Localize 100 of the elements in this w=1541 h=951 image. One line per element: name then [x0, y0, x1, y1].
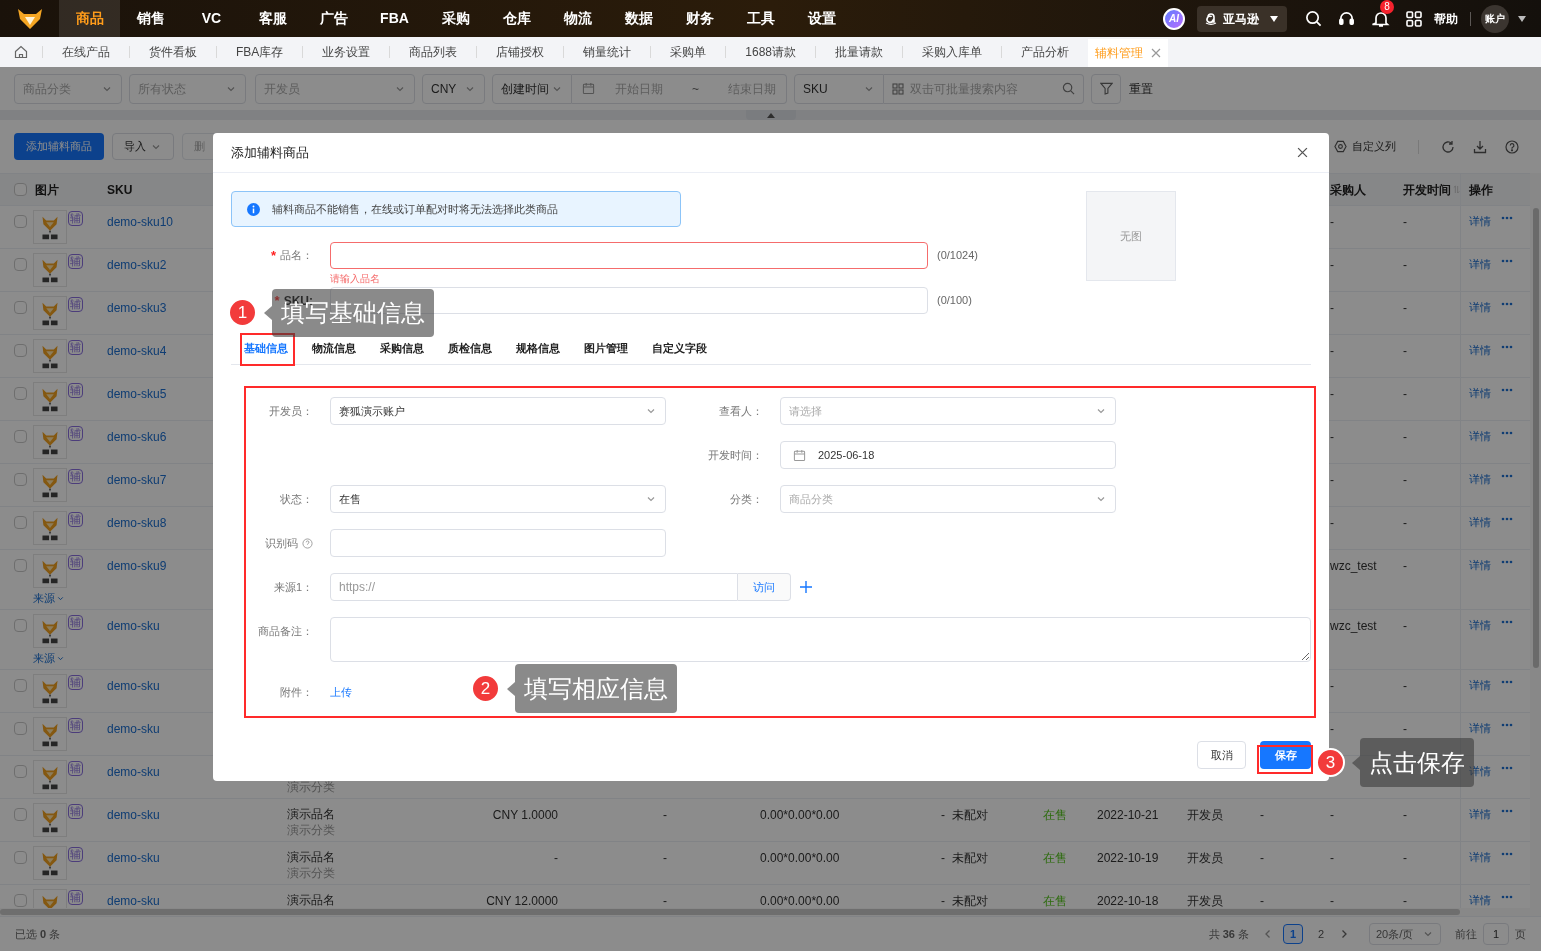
custom-columns-button[interactable]: 自定义列	[1334, 138, 1396, 155]
download-icon[interactable]	[1473, 139, 1487, 154]
detail-link[interactable]: 详情	[1469, 299, 1491, 316]
save-button[interactable]: 保存	[1260, 741, 1311, 769]
next-page-icon[interactable]	[1339, 929, 1349, 939]
store-dropdown[interactable]: 亚马逊	[1197, 5, 1287, 32]
checkbox[interactable]	[14, 722, 27, 735]
checkbox[interactable]	[14, 516, 27, 529]
checkbox[interactable]	[14, 851, 27, 864]
checkbox[interactable]	[14, 430, 27, 443]
checkbox[interactable]	[14, 258, 27, 271]
nav-menu-item[interactable]: 工具	[730, 0, 791, 37]
sku-link[interactable]: demo-sku	[107, 894, 160, 908]
checkbox[interactable]	[14, 387, 27, 400]
refresh-icon[interactable]	[1441, 139, 1455, 154]
sku-link[interactable]: demo-sku6	[107, 430, 167, 444]
page-tab[interactable]: 1688请款	[726, 37, 816, 67]
scrollbar-thumb[interactable]	[1533, 208, 1539, 668]
checkbox[interactable]	[14, 344, 27, 357]
ai-button[interactable]: AI	[1163, 7, 1185, 30]
collapse-handle[interactable]	[745, 110, 796, 120]
checkbox[interactable]	[14, 473, 27, 486]
detail-link[interactable]: 详情	[1469, 849, 1491, 866]
page-tab[interactable]: 批量请款	[816, 37, 903, 67]
product-name-field[interactable]	[330, 242, 928, 269]
nav-menu-item[interactable]: 物流	[547, 0, 608, 37]
form-tab[interactable]: 自定义字段	[651, 334, 708, 363]
detail-link[interactable]: 详情	[1469, 557, 1491, 574]
page-tab[interactable]: 商品列表	[390, 37, 477, 67]
bell-icon[interactable]	[1372, 9, 1390, 28]
nav-menu-item[interactable]: VC	[181, 0, 242, 37]
detail-link[interactable]: 详情	[1469, 617, 1491, 634]
plus-icon[interactable]	[799, 580, 813, 594]
page-tab[interactable]: 货件看板	[130, 37, 216, 67]
nav-menu-item[interactable]: 广告	[303, 0, 364, 37]
sku-link[interactable]: demo-sku	[107, 851, 160, 865]
checkbox[interactable]	[14, 679, 27, 692]
checkbox[interactable]	[14, 894, 27, 907]
caret-down-icon[interactable]	[1517, 14, 1527, 23]
visit-button[interactable]: 访问	[738, 573, 791, 601]
more-icon[interactable]	[1501, 259, 1513, 263]
close-icon[interactable]	[1297, 147, 1308, 158]
detail-link[interactable]: 详情	[1469, 471, 1491, 488]
sku-link[interactable]: demo-sku3	[107, 301, 167, 315]
page-button[interactable]: 2	[1311, 924, 1331, 944]
import-button[interactable]: 导入	[112, 133, 174, 160]
nav-menu-item[interactable]: 销售	[120, 0, 181, 37]
help-link[interactable]: 帮助	[1434, 9, 1458, 28]
sku-link[interactable]: demo-sku8	[107, 516, 167, 530]
home-icon[interactable]	[14, 45, 28, 59]
form-tab[interactable]: 物流信息	[311, 334, 357, 363]
select-field[interactable]: 商品分类	[780, 485, 1116, 513]
select-field[interactable]: 赛狐演示账户	[330, 397, 666, 425]
detail-link[interactable]: 详情	[1469, 428, 1491, 445]
account-avatar[interactable]: 账户	[1481, 4, 1509, 33]
form-tab[interactable]: 规格信息	[515, 334, 561, 363]
page-tab[interactable]: 采购单	[651, 37, 726, 67]
form-tab[interactable]: 采购信息	[379, 334, 425, 363]
more-icon[interactable]	[1501, 680, 1513, 684]
sku-link[interactable]: demo-sku	[107, 808, 160, 822]
filter-select[interactable]: CNY	[422, 73, 485, 104]
more-icon[interactable]	[1501, 388, 1513, 392]
more-icon[interactable]	[1501, 517, 1513, 521]
more-icon[interactable]	[1501, 345, 1513, 349]
detail-link[interactable]: 详情	[1469, 806, 1491, 823]
more-icon[interactable]	[1501, 895, 1513, 899]
checkbox[interactable]	[14, 215, 27, 228]
select-field[interactable]: 在售	[330, 485, 666, 513]
page-tab[interactable]: 业务设置	[303, 37, 390, 67]
previous-page-icon[interactable]	[1263, 929, 1273, 939]
more-icon[interactable]	[1501, 431, 1513, 435]
page-tab[interactable]: 辅料管理	[1088, 39, 1169, 67]
more-icon[interactable]	[1501, 474, 1513, 478]
source-link[interactable]: 来源	[33, 590, 65, 607]
page-tab[interactable]: 销量统计	[564, 37, 651, 67]
nav-menu-item[interactable]: 设置	[791, 0, 852, 37]
detail-link[interactable]: 详情	[1469, 677, 1491, 694]
apps-grid-icon[interactable]	[1406, 10, 1422, 27]
sku-link[interactable]: demo-sku5	[107, 387, 167, 401]
date-field[interactable]: 2025-06-18	[780, 441, 1116, 469]
textarea-field[interactable]	[330, 617, 1311, 662]
more-icon[interactable]	[1501, 809, 1513, 813]
sku-link[interactable]: demo-sku	[107, 722, 160, 736]
detail-link[interactable]: 详情	[1469, 385, 1491, 402]
detail-link[interactable]: 详情	[1469, 892, 1491, 908]
checkbox[interactable]	[14, 559, 27, 572]
cancel-button[interactable]: 取消	[1197, 741, 1246, 769]
reset-button[interactable]: 重置	[1129, 79, 1153, 98]
checkbox[interactable]	[14, 765, 27, 778]
detail-link[interactable]: 详情	[1469, 256, 1491, 273]
url-field[interactable]: https://	[330, 573, 738, 601]
more-icon[interactable]	[1501, 302, 1513, 306]
more-icon[interactable]	[1501, 560, 1513, 564]
more-icon[interactable]	[1501, 852, 1513, 856]
page-size-select[interactable]: 20条/页	[1369, 923, 1441, 945]
nav-menu-item[interactable]: 财务	[669, 0, 730, 37]
input-field[interactable]	[330, 529, 666, 557]
sku-link[interactable]: demo-sku9	[107, 559, 167, 573]
help-icon[interactable]	[1505, 139, 1519, 154]
nav-menu-item[interactable]: 采购	[425, 0, 486, 37]
